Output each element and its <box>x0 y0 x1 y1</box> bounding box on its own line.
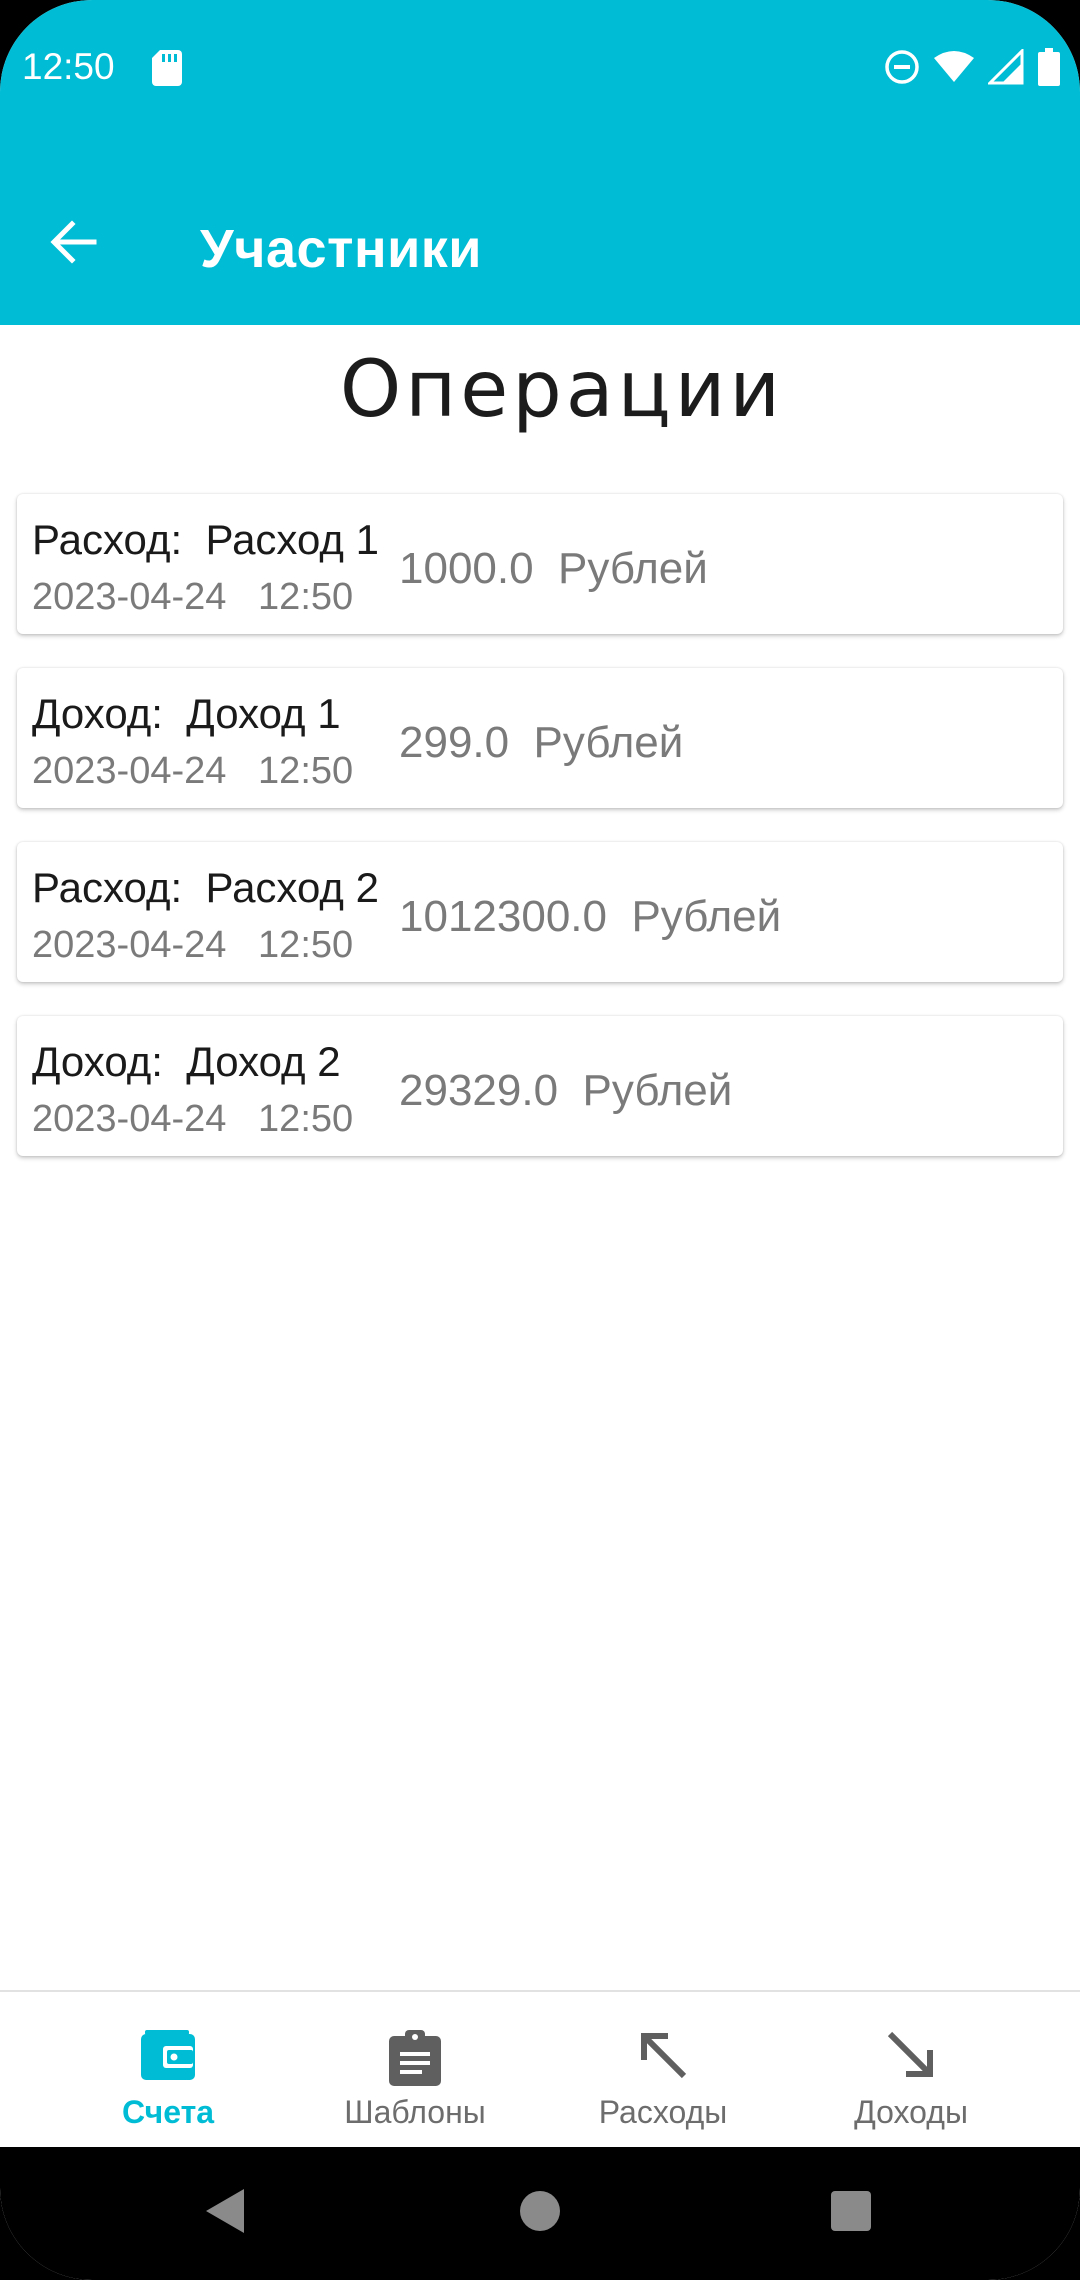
status-icons <box>884 48 1060 86</box>
operation-date: 2023-04-24 12:50 <box>32 750 354 792</box>
sd-card-icon <box>152 50 182 86</box>
operation-card[interactable]: Расход: Расход 1 2023-04-24 12:50 1000.0… <box>17 494 1063 634</box>
arrow-up-left-icon <box>641 2033 687 2079</box>
nav-item-incomes[interactable]: Доходы <box>791 1992 1031 2149</box>
wallet-icon <box>141 2030 195 2080</box>
operation-amount: 1000.0 Рублей <box>399 544 708 593</box>
app-bar-title: Участники <box>200 219 482 279</box>
operation-date: 2023-04-24 12:50 <box>32 924 354 966</box>
battery-icon <box>1038 48 1060 86</box>
device-screen: 12:50 Участники Операции Расход: Расход … <box>0 0 1080 2280</box>
operation-date: 2023-04-24 12:50 <box>32 1098 354 1140</box>
nav-item-accounts[interactable]: Счета <box>48 1992 288 2149</box>
nav-item-expenses[interactable]: Расходы <box>543 1992 783 2149</box>
status-bar: 12:50 <box>0 0 1080 140</box>
operation-title: Доход: Доход 2 <box>32 1038 341 1085</box>
nav-label: Счета <box>121 2094 215 2130</box>
back-arrow-icon[interactable] <box>48 220 98 264</box>
operations-list: Расход: Расход 1 2023-04-24 12:50 1000.0… <box>17 494 1063 1190</box>
nav-label: Доходы <box>854 2094 968 2130</box>
wifi-icon <box>934 51 974 82</box>
operation-title: Расход: Расход 2 <box>32 864 379 911</box>
nav-label: Шаблоны <box>344 2094 486 2130</box>
bottom-navigation: Счета Шаблоны Расходы Доходы <box>0 1990 1080 2149</box>
nav-label: Расходы <box>598 2094 728 2130</box>
back-triangle-icon[interactable] <box>204 2187 246 2235</box>
operation-card[interactable]: Доход: Доход 1 2023-04-24 12:50 299.0 Ру… <box>17 668 1063 808</box>
operation-card[interactable]: Доход: Доход 2 2023-04-24 12:50 29329.0 … <box>17 1016 1063 1156</box>
page-title: Операции <box>339 345 785 435</box>
operation-date: 2023-04-24 12:50 <box>32 576 354 618</box>
nav-item-templates[interactable]: Шаблоны <box>295 1992 535 2149</box>
home-circle-icon[interactable] <box>518 2187 562 2235</box>
operation-card[interactable]: Расход: Расход 2 2023-04-24 12:50 101230… <box>17 842 1063 982</box>
arrow-down-right-icon <box>887 2031 933 2077</box>
do-not-disturb-icon <box>885 50 919 84</box>
top-app-bar: 12:50 Участники <box>0 0 1080 325</box>
operation-title: Расход: Расход 1 <box>32 516 379 563</box>
clipboard-icon <box>389 2030 441 2086</box>
operation-amount: 1012300.0 Рублей <box>399 892 782 941</box>
operation-amount: 299.0 Рублей <box>399 718 684 767</box>
recents-square-icon[interactable] <box>829 2187 873 2235</box>
system-navigation-bar <box>0 2147 1080 2280</box>
cell-signal-icon <box>988 49 1024 85</box>
operation-amount: 29329.0 Рублей <box>399 1066 733 1115</box>
operation-title: Доход: Доход 1 <box>32 690 341 737</box>
status-time: 12:50 <box>22 46 115 87</box>
